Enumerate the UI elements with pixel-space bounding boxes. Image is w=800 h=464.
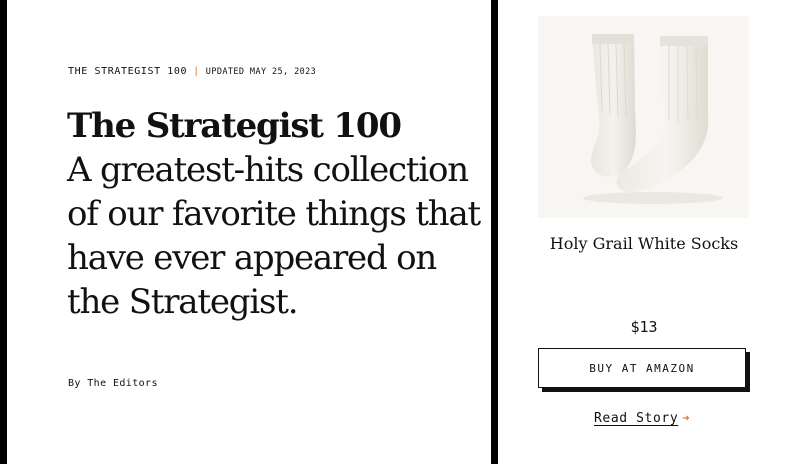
product-card: Holy Grail White Socks $13 BUY AT AMAZON… [498,0,800,464]
product-price: $13 [630,318,658,336]
article-kicker: THE STRATEGIST 100 | UPDATED MAY 25, 2023 [68,66,316,77]
page-subtitle: A greatest-hits collection of our favori… [67,150,481,322]
column-divider [491,0,498,464]
read-story-label: Read Story [594,411,679,426]
left-border-rail [0,0,7,464]
buy-at-amazon-button[interactable]: BUY AT AMAZON [538,348,746,388]
buy-button-label: BUY AT AMAZON [589,361,695,375]
updated-date: UPDATED MAY 25, 2023 [205,67,317,77]
byline: By The Editors [68,378,158,389]
article-intro-panel: THE STRATEGIST 100 | UPDATED MAY 25, 2023 … [7,0,491,464]
read-story-link[interactable]: Read Story ➜ [594,411,690,426]
page-title: The Strategist 100 [67,106,402,146]
section-label: THE STRATEGIST 100 [68,66,188,77]
right-arrow-icon: ➜ [682,411,691,425]
kicker-separator: | [193,66,200,77]
white-crew-socks-photo [538,16,749,218]
product-name[interactable]: Holy Grail White Socks [498,234,790,253]
product-image[interactable] [538,16,749,218]
article-headline: The Strategist 100 A greatest-hits colle… [67,104,487,324]
